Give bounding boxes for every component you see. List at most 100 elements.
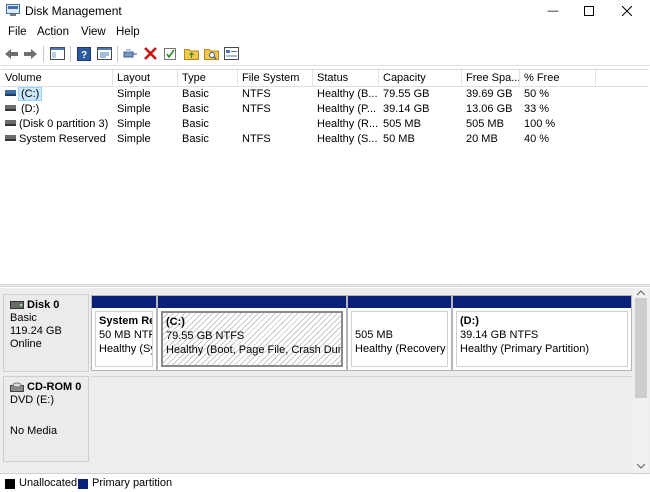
partition-details: 505 MB Healthy (Recovery P [351,311,448,367]
disk-size: 119.24 GB [10,325,62,337]
capacity-cell: 50 MB [383,133,415,145]
menu-action[interactable]: Action [37,26,69,38]
partition-title: System Re [99,315,153,327]
partition-system-reserved[interactable]: System Re 50 MB NTFS Healthy (Sy [91,295,157,371]
volume-name: (D:) [21,103,40,115]
column-header-capacity[interactable]: Capacity [379,70,462,86]
file-system-cell [238,117,313,132]
cdrom-area [91,376,632,462]
partition-status: Healthy (Recovery P [355,343,448,355]
column-header-percent-free[interactable]: % Free [520,70,596,86]
capacity-cell: 505 MB [383,118,421,130]
scroll-down-icon[interactable] [637,463,645,469]
free-space-cell: 505 MB [466,118,504,130]
partition-color-bar [92,296,156,308]
partition-status: Healthy (Primary Partition) [460,343,589,355]
type-cell: Basic [182,88,209,100]
console-tree-icon[interactable] [49,46,65,61]
table-row[interactable]: (Disk 0 partition 3) Simple Basic Health… [1,117,648,132]
cdrom-0-label[interactable]: CD-ROM 0 DVD (E:) No Media [3,376,89,462]
disk-name: Disk 0 [27,299,60,311]
partition-size: 505 MB [355,329,393,341]
disk-icon [10,301,24,309]
svg-text:?: ? [81,50,87,61]
partition-title: (D:) [460,315,479,327]
partition-details: (C:) 79.55 GB NTFS Healthy (Boot, Page F… [161,311,343,367]
column-header-layout[interactable]: Layout [113,70,178,86]
window-title: Disk Management [25,4,122,18]
disk-management-app-icon [6,4,20,16]
back-arrow-icon[interactable] [3,46,19,61]
column-header-file-system[interactable]: File System [238,70,313,86]
folder-search-icon[interactable] [203,46,219,61]
file-system-cell: NTFS [242,88,271,100]
type-cell: Basic [182,133,209,145]
volume-icon [5,105,16,112]
forward-arrow-icon[interactable] [22,46,38,61]
volume-list-header: Volume Layout Type File System Status Ca… [1,70,648,87]
graphical-view-scrollbar[interactable] [633,288,649,473]
menu-help[interactable]: Help [116,26,140,38]
partition-color-bar [453,296,631,308]
volume-name: (Disk 0 partition 3) [19,118,109,130]
column-header-type[interactable]: Type [178,70,238,86]
column-header-volume[interactable]: Volume [1,70,113,86]
file-system-cell: NTFS [242,133,271,145]
table-row[interactable]: (C:) Simple Basic NTFS Healthy (B... 79.… [1,87,648,102]
column-header-status[interactable]: Status [313,70,379,86]
pane-splitter[interactable] [0,284,650,287]
disk-type: Basic [10,312,37,324]
volume-icon [5,135,16,142]
volume-icon [5,120,16,127]
table-row[interactable]: System Reserved Simple Basic NTFS Health… [1,132,648,147]
type-cell: Basic [182,118,209,130]
view-icon[interactable] [223,46,239,61]
properties-icon[interactable] [96,46,112,61]
partition-status: Healthy (Sy [99,343,153,355]
close-button[interactable] [604,0,650,22]
status-cell: Healthy (B... [317,88,378,100]
percent-free-cell: 33 % [524,103,550,115]
partition-c[interactable]: (C:) 79.55 GB NTFS Healthy (Boot, Page F… [157,295,347,371]
partition-color-bar [348,296,451,308]
partition-recovery[interactable]: 505 MB Healthy (Recovery P [347,295,452,371]
scrollbar-thumb[interactable] [635,298,647,398]
help-icon[interactable]: ? [76,46,92,61]
volume-cell: (C:) [1,87,113,102]
check-icon[interactable] [162,46,178,61]
disk-0-label[interactable]: Disk 0 Basic 119.24 GB Online [3,294,89,372]
status-cell: Healthy (R... [317,118,379,130]
legend: Unallocated Primary partition [0,473,650,492]
free-space-cell: 20 MB [466,133,498,145]
delete-icon[interactable] [142,46,158,61]
partition-details: (D:) 39.14 GB NTFS Healthy (Primary Part… [456,311,628,367]
volume-name: (C:) [17,87,43,101]
menu-file[interactable]: File [8,26,27,38]
disk-name: CD-ROM 0 [27,381,82,393]
disk-status: Online [10,338,42,350]
capacity-cell: 79.55 GB [383,88,430,100]
partition-d[interactable]: (D:) 39.14 GB NTFS Healthy (Primary Part… [452,295,632,371]
volume-list: Volume Layout Type File System Status Ca… [1,69,648,284]
scroll-up-icon[interactable] [637,290,645,296]
partition-title [355,314,447,328]
status-cell: Healthy (S... [317,133,378,145]
type-cell: Basic [182,103,209,115]
menu-view[interactable]: View [81,26,106,38]
folder-up-icon[interactable] [183,46,199,61]
partition-size: 50 MB NTFS [99,329,152,341]
cdrom-0-header: CD-ROM 0 [10,381,88,393]
status-cell: Healthy (P... [317,103,377,115]
drive-letter: DVD (E:) [10,394,54,406]
maximize-icon [584,6,594,16]
column-header-free-space[interactable]: Free Spa... [462,70,520,86]
legend-primary-partition-label: Primary partition [92,477,173,489]
primary-partition-swatch [78,479,88,489]
connect-icon[interactable] [122,46,138,61]
volume-name: System Reserved [19,133,106,145]
file-system-cell: NTFS [242,103,271,115]
volume-cell: (Disk 0 partition 3) [1,117,113,132]
table-row[interactable]: (D:) Simple Basic NTFS Healthy (P... 39.… [1,102,648,117]
toolbar-separator [43,46,44,62]
